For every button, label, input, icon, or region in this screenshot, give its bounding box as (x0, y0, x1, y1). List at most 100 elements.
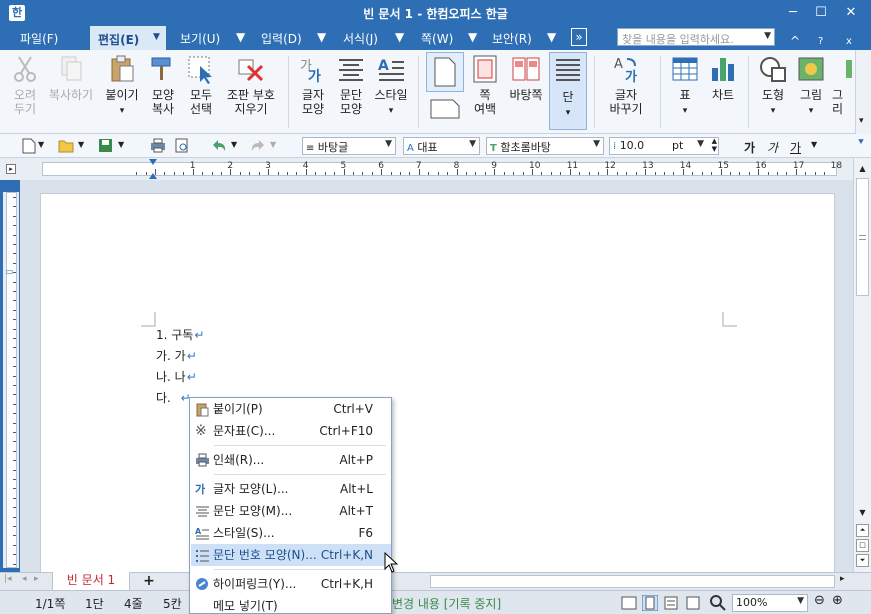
table-button[interactable]: 표 ▾ (668, 54, 702, 118)
document-canvas[interactable]: 1. 구독↵ 가. 가↵ 나. 나↵ 다. ↵ (20, 180, 853, 572)
ctx-paste[interactable]: 붙이기(P) Ctrl+V (191, 398, 391, 420)
open-folder-icon[interactable] (58, 139, 75, 153)
vertical-scrollbar[interactable]: ▲ ▼ ⏶ □ ⏷ (853, 158, 871, 572)
chevron-down-icon[interactable]: ▼ (78, 140, 84, 149)
horizontal-ruler[interactable]: 1 2 3 4 5 6 7 8 9 10 11 12 13 14 15 16 17 18 (42, 159, 842, 179)
picture-button[interactable]: 그림 ▾ (794, 54, 828, 118)
menu-format-arrow[interactable]: ▼ (395, 30, 404, 48)
style-button[interactable]: A 스타일 ▾ (372, 54, 410, 118)
tab-document[interactable]: 빈 문서 1 (52, 572, 130, 591)
doc-paragraph[interactable]: 가. 가↵ (156, 347, 197, 364)
prev-tab-icon[interactable]: ◂ (22, 574, 27, 584)
menu-page[interactable]: 쪽(W) (421, 30, 453, 48)
select-all-button[interactable]: 모두 선택 (184, 54, 218, 116)
menu-security[interactable]: 보안(R) (492, 30, 532, 48)
clear-codes-button[interactable]: 조판 부호 지우기 (222, 54, 280, 116)
chevron-down-icon[interactable]: ▾ (683, 106, 688, 116)
underline-button[interactable]: 가 (790, 139, 801, 156)
menu-file[interactable]: 파일(F) (20, 30, 58, 48)
chevron-down-icon[interactable]: ▾ (566, 108, 571, 118)
next-tab-icon[interactable]: ▸ (34, 574, 39, 584)
zoom-select[interactable]: 100% ▼ (732, 594, 808, 612)
first-tab-icon[interactable]: |◂ (4, 574, 12, 584)
page-landscape-button[interactable] (426, 96, 464, 123)
chevron-down-icon[interactable]: ▼ (811, 140, 817, 149)
menu-insert[interactable]: 입력(D) (261, 30, 302, 48)
page-orientation-button[interactable] (426, 52, 464, 92)
ctx-numbering[interactable]: 문단 번호 모양(N)... Ctrl+K,N (191, 544, 391, 566)
shape-button[interactable]: 도형 ▾ (756, 54, 790, 118)
doc-paragraph[interactable]: 다. ↵ (156, 389, 191, 406)
chevron-down-icon[interactable]: ▾ (809, 106, 814, 116)
chevron-down-icon[interactable]: ▼ (270, 140, 276, 149)
menu-view-arrow[interactable]: ▼ (236, 30, 245, 48)
indent-marker-icon[interactable] (149, 159, 157, 179)
columns-button[interactable]: 단 ▾ (549, 52, 587, 130)
chevron-down-icon[interactable]: ▾ (389, 106, 394, 116)
print-preview-icon[interactable] (174, 138, 189, 153)
view-normal-icon[interactable] (621, 596, 637, 610)
chevron-down-icon[interactable]: ▾ (771, 106, 776, 116)
spin-icon[interactable]: ▲ ▼ (712, 137, 717, 153)
minimize-icon[interactable]: ─ (780, 2, 806, 24)
maximize-icon[interactable]: ☐ (808, 2, 834, 24)
font-select[interactable]: T 함초롬바탕 ▼ (486, 137, 604, 155)
view-outline-icon[interactable] (686, 596, 700, 610)
menu-insert-arrow[interactable]: ▼ (317, 30, 326, 48)
scroll-down-icon[interactable]: ▼ (856, 506, 869, 519)
horizontal-scrollbar[interactable] (430, 575, 835, 588)
master-page-button[interactable]: 바탕쪽 (506, 54, 546, 102)
italic-button[interactable]: 가 (767, 139, 778, 156)
para-shape-button[interactable]: 문단 모양 (334, 54, 368, 116)
menu-page-arrow[interactable]: ▼ (468, 30, 477, 48)
doc-paragraph[interactable]: 1. 구독↵ (156, 326, 204, 343)
prev-page-icon[interactable]: ⏶ (856, 524, 869, 537)
ctx-char-shape[interactable]: 가 글자 모양(L)... Alt+L (191, 478, 391, 500)
search-input[interactable]: 찾을 내용을 입력하세요. ▼ (617, 28, 775, 46)
view-page-icon[interactable] (642, 595, 658, 611)
ctx-memo[interactable]: 메모 넣기(T) (191, 595, 391, 614)
next-page-icon[interactable]: ⏷ (856, 554, 869, 567)
undo-icon[interactable] (211, 139, 227, 152)
chart-button[interactable]: 차트 (706, 54, 740, 102)
ctx-symbol[interactable]: ※ 문자표(C)... Ctrl+F10 (191, 420, 391, 442)
chevron-down-icon[interactable]: ▾ (120, 106, 125, 116)
vertical-ruler[interactable]: ▭ (3, 192, 19, 568)
scroll-up-icon[interactable]: ▲ (856, 162, 869, 175)
save-icon[interactable] (98, 138, 113, 153)
style-select[interactable]: ≡ 바탕글 ▼ (302, 137, 396, 155)
chevron-down-icon[interactable]: ▼ (118, 140, 124, 149)
page-icon[interactable]: □ (856, 539, 869, 552)
ctx-hyperlink[interactable]: 하이퍼링크(Y)... Ctrl+K,H (191, 573, 391, 595)
add-tab-button[interactable]: + (132, 574, 166, 590)
font-lang-select[interactable]: A 대표 ▼ (403, 137, 480, 155)
cut-button[interactable]: 오려 두기 (8, 54, 42, 116)
chevron-down-icon[interactable]: ▼ (231, 140, 237, 149)
ctx-print[interactable]: 인쇄(R)... Alt+P (191, 449, 391, 471)
format-painter-button[interactable]: 모양 복사 (146, 54, 180, 116)
new-doc-icon[interactable] (22, 138, 36, 154)
scroll-thumb[interactable] (856, 178, 869, 296)
zoom-out-icon[interactable]: ⊖ (814, 593, 825, 608)
zoom-in-icon[interactable]: ⊕ (832, 593, 843, 608)
doc-paragraph[interactable]: 나. 나↵ (156, 368, 197, 385)
scroll-right-icon[interactable]: ▸ (840, 574, 845, 584)
view-web-icon[interactable] (664, 596, 678, 610)
menu-more-button[interactable]: » (571, 28, 587, 46)
replace-char-button[interactable]: A가 글자 바꾸기 (602, 54, 650, 116)
toolbar-expand-icon[interactable]: ⯆ (857, 137, 865, 148)
menu-edit[interactable]: 편집(E) ▼ (90, 26, 166, 50)
zoom-icon[interactable] (710, 595, 726, 611)
paste-button[interactable]: 붙이기 ▾ (102, 54, 142, 118)
print-icon[interactable] (150, 138, 166, 153)
ctx-style[interactable]: A 스타일(S)... F6 (191, 522, 391, 544)
menu-view[interactable]: 보기(U) (180, 30, 220, 48)
drawing-button[interactable]: 그리 (832, 54, 854, 116)
document-page[interactable]: 1. 구독↵ 가. 가↵ 나. 나↵ 다. ↵ (40, 193, 835, 572)
menu-format[interactable]: 서식(J) (343, 30, 378, 48)
page-margin-button[interactable]: 쪽 여백 (468, 54, 502, 116)
redo-icon[interactable] (250, 139, 266, 152)
char-shape-button[interactable]: 가가 글자 모양 (296, 54, 330, 116)
font-size-stepper[interactable]: ⁞ 10.0 pt ▼ ▲ ▼ (609, 137, 719, 155)
chevron-down-icon[interactable]: ▼ (764, 31, 771, 41)
